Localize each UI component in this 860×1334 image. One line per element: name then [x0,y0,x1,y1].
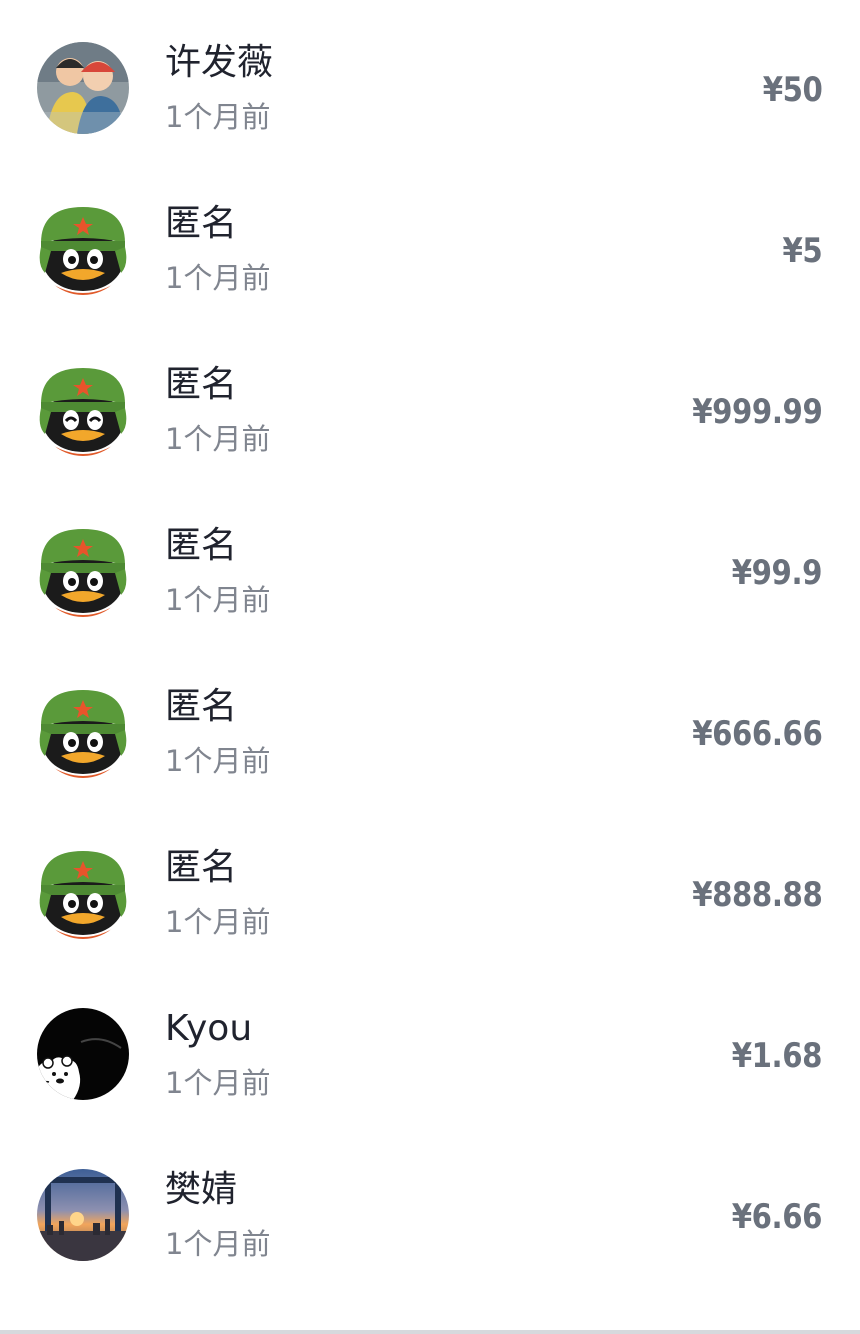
donation-time: 1个月前 [165,583,271,617]
donation-amount: ¥666.66 [691,714,823,754]
donation-time: 1个月前 [165,100,271,134]
donation-amount: ¥50 [762,70,822,110]
donor-name: 匿名 [165,364,238,405]
donor-name: 匿名 [165,203,238,244]
donation-amount: ¥888.88 [691,875,823,915]
donor-name: 匿名 [165,525,238,566]
donor-name: Kyou [165,1008,253,1049]
qq-penguin-icon[interactable] [37,525,129,617]
donation-row[interactable]: Kyou 1个月前 ¥1.68 [0,973,860,1134]
donation-amount: ¥6.66 [731,1197,823,1237]
donation-row[interactable]: 匿名 1个月前 ¥888.88 [0,812,860,973]
donation-time: 1个月前 [165,422,271,456]
donation-list: 许发薇 1个月前 ¥50 匿名 1个月前 ¥5 匿名 1个月前 ¥999.99 … [0,0,860,1330]
bottom-divider [0,1330,860,1334]
qq-penguin-icon[interactable] [37,686,129,778]
qq-penguin-icon[interactable] [37,847,129,939]
donation-time: 1个月前 [165,744,271,778]
donation-amount: ¥5 [782,231,822,271]
donation-amount: ¥1.68 [731,1036,823,1076]
donor-name: 匿名 [165,847,238,888]
donation-time: 1个月前 [165,261,271,295]
donation-row[interactable]: 匿名 1个月前 ¥666.66 [0,651,860,812]
avatar-photo-kids-icon[interactable] [37,42,129,134]
donation-amount: ¥999.99 [691,392,823,432]
donation-row[interactable]: 匿名 1个月前 ¥5 [0,168,860,329]
donation-row[interactable]: 匿名 1个月前 ¥999.99 [0,329,860,490]
qq-penguin-icon[interactable] [37,364,129,456]
avatar-sunset-city-icon[interactable] [37,1169,129,1261]
donation-time: 1个月前 [165,1066,271,1100]
donation-row[interactable]: 樊婧 1个月前 ¥6.66 [0,1134,860,1295]
donation-row[interactable]: 匿名 1个月前 ¥99.9 [0,490,860,651]
donation-time: 1个月前 [165,905,271,939]
donor-name: 匿名 [165,686,238,727]
donation-row[interactable]: 许发薇 1个月前 ¥50 [0,7,860,168]
donation-amount: ¥99.9 [731,553,823,593]
donor-name: 许发薇 [165,42,274,83]
avatar-cartoon-bear-icon[interactable] [37,1008,129,1100]
donor-name: 樊婧 [165,1169,238,1210]
donation-time: 1个月前 [165,1227,271,1261]
qq-penguin-icon[interactable] [37,203,129,295]
